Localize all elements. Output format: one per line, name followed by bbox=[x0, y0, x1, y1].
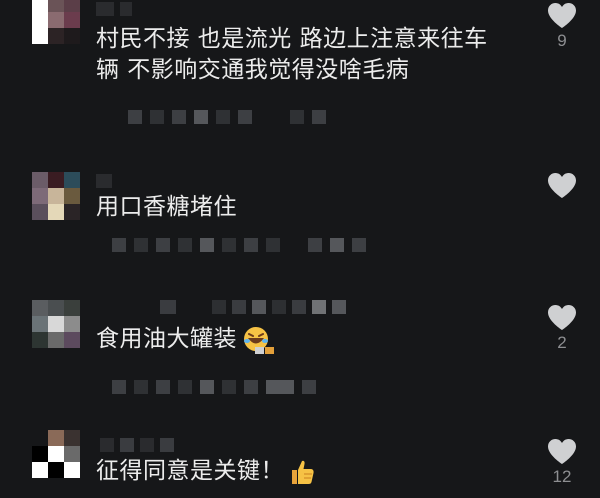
like-button[interactable]: 9 bbox=[544, 2, 580, 51]
heart-icon bbox=[548, 3, 576, 28]
comment-text: 用口香糖堵住 bbox=[96, 192, 237, 223]
username-blurred[interactable] bbox=[160, 300, 346, 314]
comment-item: 用口香糖堵住 bbox=[0, 168, 600, 268]
like-button[interactable]: 2 bbox=[544, 304, 580, 353]
like-button[interactable]: 12 bbox=[544, 438, 580, 487]
heart-icon bbox=[548, 173, 576, 198]
comment-meta-blurred bbox=[112, 238, 366, 252]
avatar[interactable] bbox=[32, 172, 80, 220]
like-count: 9 bbox=[557, 31, 567, 50]
avatar[interactable] bbox=[32, 300, 80, 348]
like-count: 2 bbox=[557, 333, 567, 352]
comment-text-line: 征得同意是关键！ bbox=[96, 458, 284, 484]
comment-text-line: 用口香糖堵住 bbox=[96, 194, 237, 220]
username-blurred[interactable] bbox=[96, 2, 132, 16]
username-blurred[interactable] bbox=[96, 174, 112, 188]
comment-text: 征得同意是关键！ bbox=[96, 456, 316, 487]
comment-text: 食用油大罐装 bbox=[96, 324, 275, 355]
comment-text: 村民不接 也是流光 路边上注意来往车 辆 不影响交通我觉得没啥毛病 bbox=[96, 24, 488, 86]
comment-text-line: 村民不接 也是流光 路边上注意来往车 bbox=[96, 26, 488, 52]
avatar[interactable] bbox=[32, 0, 80, 44]
username-blurred[interactable] bbox=[100, 438, 174, 452]
comment-text-line: 辆 不影响交通我觉得没啥毛病 bbox=[96, 57, 410, 83]
comment-meta-blurred bbox=[128, 110, 326, 124]
like-button[interactable] bbox=[544, 172, 580, 201]
like-count: 12 bbox=[552, 467, 572, 486]
heart-icon bbox=[548, 305, 576, 330]
comment-item: 征得同意是关键！ 12 bbox=[0, 428, 600, 498]
comment-list: 村民不接 也是流光 路边上注意来往车 辆 不影响交通我觉得没啥毛病 9 用口香糖… bbox=[0, 0, 600, 498]
comment-item: 食用油大罐装 2 bbox=[0, 296, 600, 406]
comment-meta-blurred bbox=[112, 380, 316, 394]
rolling-laughing-emoji bbox=[244, 326, 274, 354]
comment-text-line: 食用油大罐装 bbox=[96, 326, 237, 352]
thumbs-up-emoji bbox=[292, 460, 314, 484]
heart-icon bbox=[548, 439, 576, 464]
avatar[interactable] bbox=[32, 430, 80, 478]
comment-item: 村民不接 也是流光 路边上注意来往车 辆 不影响交通我觉得没啥毛病 9 bbox=[0, 0, 600, 130]
